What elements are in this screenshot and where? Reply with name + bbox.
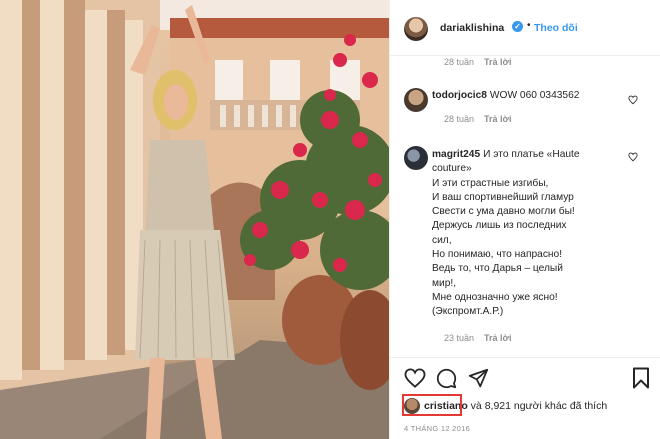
likes-rest[interactable]: và 8,921 người khác đã thích bbox=[468, 400, 608, 412]
author-username[interactable]: dariaklishina bbox=[440, 22, 504, 34]
comment-meta: 23 tuần Trả lời bbox=[444, 333, 511, 343]
comment-time: 28 tuần bbox=[444, 57, 475, 67]
separator-dot: • bbox=[527, 20, 531, 31]
post-photo[interactable] bbox=[0, 0, 389, 439]
reply-button[interactable]: Trả lời bbox=[484, 333, 511, 343]
share-icon[interactable] bbox=[468, 368, 489, 389]
comment-time: 28 tuần bbox=[444, 114, 475, 124]
comment-body: todorjocic8 WOW 060 0343562 bbox=[432, 89, 632, 103]
comment-line: Держусь лишь из последних bbox=[432, 220, 567, 232]
comment-line: мир!, bbox=[432, 277, 457, 289]
comment-line: (Экспромт.А.Р.) bbox=[432, 306, 504, 318]
comment-line: Свести с ума давно могли бы! bbox=[432, 206, 575, 218]
reply-button[interactable]: Trả lời bbox=[484, 114, 511, 124]
highlight-box bbox=[402, 394, 462, 416]
comment-like-heart-icon[interactable] bbox=[628, 95, 638, 105]
comment-line: И это платье «Haute bbox=[483, 149, 580, 160]
comment-line: сил, bbox=[432, 234, 452, 246]
commenter-avatar[interactable] bbox=[404, 146, 428, 170]
comment-line: Мне однозначно уже ясно! bbox=[432, 291, 558, 303]
post-header: dariaklishina ✓ • Theo dõi bbox=[390, 0, 660, 56]
commenter-username[interactable]: todorjocic8 bbox=[432, 90, 487, 101]
bookmark-icon[interactable] bbox=[632, 367, 650, 389]
comment-meta: 28 tuần Trả lời bbox=[444, 57, 511, 67]
comment-line: Ведь то, что Дарья – целый bbox=[432, 263, 563, 275]
comment-icon[interactable] bbox=[436, 368, 457, 389]
comment-line: И эти страстные изгибы, bbox=[432, 177, 549, 189]
post-side-panel: dariaklishina ✓ • Theo dõi 28 tuần Trả lờ… bbox=[389, 0, 660, 439]
post-date[interactable]: 4 THÁNG 12 2016 bbox=[404, 424, 470, 433]
reply-button[interactable]: Trả lời bbox=[484, 57, 511, 67]
commenter-username[interactable]: magrit245 bbox=[432, 149, 480, 160]
comment-line: couture» bbox=[432, 163, 472, 175]
photo-illustration bbox=[0, 0, 389, 439]
like-heart-icon[interactable] bbox=[404, 368, 426, 388]
commenter-avatar[interactable] bbox=[404, 88, 428, 112]
comment-body: magrit245 И это платье «Haute couture» И … bbox=[432, 148, 632, 320]
follow-button[interactable]: Theo dõi bbox=[534, 22, 578, 34]
comment-meta: 28 tuần Trả lời bbox=[444, 114, 511, 124]
comment-text: WOW 060 0343562 bbox=[489, 90, 580, 101]
actions-divider bbox=[390, 357, 660, 358]
comment-line: Но понимаю, что напрасно! bbox=[432, 249, 563, 261]
comment-like-heart-icon[interactable] bbox=[628, 152, 638, 162]
verified-badge-icon: ✓ bbox=[512, 21, 523, 32]
comment-line: И ваш спортивнейший гламур bbox=[432, 191, 574, 203]
author-avatar[interactable] bbox=[404, 17, 428, 41]
comment-time: 23 tuần bbox=[444, 333, 475, 343]
